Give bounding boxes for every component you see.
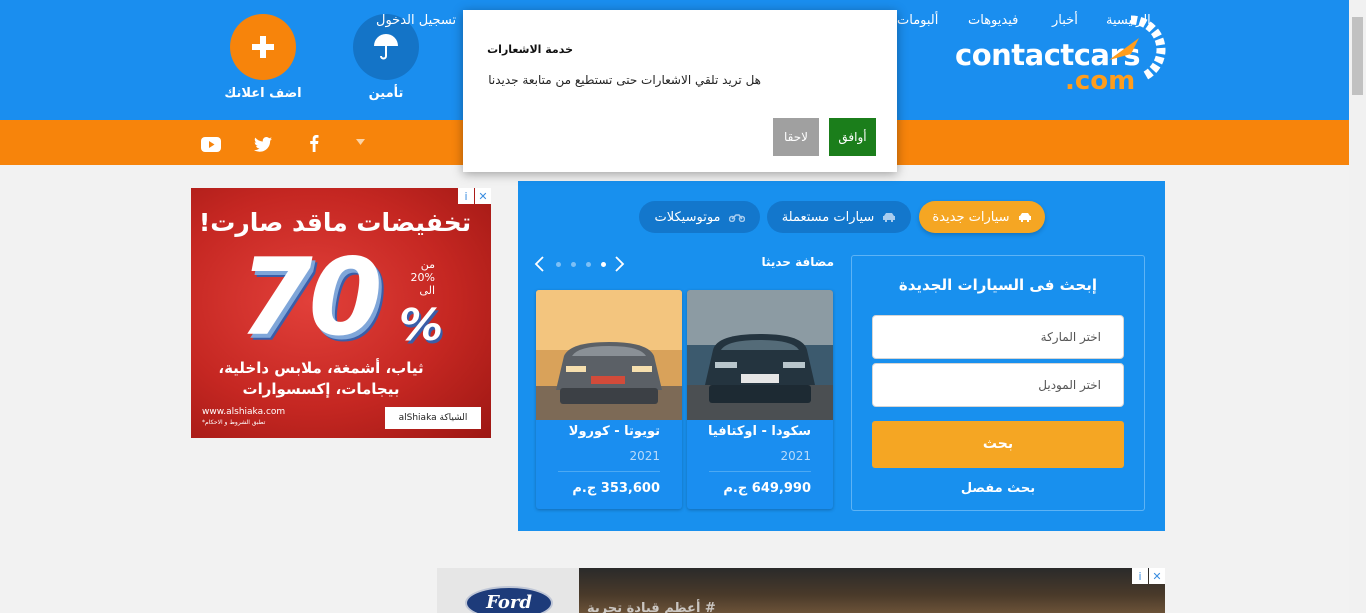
car-price-currency: ج.م: [572, 481, 597, 496]
ad-brand-badge: alShiaka الشياكة: [385, 407, 481, 429]
carousel-dot[interactable]: [571, 262, 576, 267]
ad-bottom-text: # أعظم قيادة تجربة: [587, 601, 716, 613]
tab-new-cars[interactable]: سيارات جديدة: [919, 201, 1045, 233]
car-icon: [1018, 213, 1031, 222]
login-label: تسجيل الدخول: [376, 13, 457, 28]
site-logo[interactable]: contactcars .com: [955, 15, 1170, 100]
ford-logo: Ford: [465, 586, 553, 613]
ad-discount-number: 70: [239, 236, 383, 359]
nav-item-news[interactable]: أخبار: [1052, 13, 1078, 28]
notification-dialog: خدمة الاشعارات هل تريد تلقي الاشعارات حت…: [463, 10, 897, 172]
motorcycle-icon: [728, 214, 745, 222]
car-price: 649,990 ج.م: [723, 481, 811, 496]
search-button[interactable]: بحث: [872, 421, 1124, 468]
facebook-icon[interactable]: [309, 134, 319, 152]
plus-icon: [252, 36, 274, 58]
ad-url: www.alshiaka.com: [202, 407, 286, 417]
nav-item-albums[interactable]: ألبومات: [897, 13, 938, 28]
car-price-value: 353,600: [600, 481, 660, 496]
ad-terms: *تطبق الشروط و الاحكام: [202, 419, 266, 426]
advanced-search-link[interactable]: بحث مفصل: [872, 481, 1124, 496]
ad-close-icon[interactable]: ✕: [475, 188, 491, 204]
tab-used-cars[interactable]: سيارات مستعملة: [767, 201, 911, 233]
ad-range-from: من: [420, 258, 435, 271]
car-image: [536, 290, 682, 420]
dialog-message: هل تريد تلقي الاشعارات حتى تستطيع من متا…: [488, 73, 761, 87]
agree-button[interactable]: أوافق: [829, 118, 876, 156]
car-year: 2021: [780, 449, 811, 463]
card-divider: [709, 471, 811, 472]
car-year: 2021: [629, 449, 660, 463]
car-price: 353,600 ج.م: [572, 481, 660, 496]
ad-close-icon[interactable]: ✕: [1149, 568, 1165, 584]
car-name: سكودا - اوكتافيا: [707, 424, 811, 439]
brand-select[interactable]: اختر الماركة: [872, 315, 1124, 359]
recently-added-title: مضافة حديثا: [761, 255, 834, 269]
scrollbar-thumb[interactable]: [1352, 17, 1363, 95]
car-price-currency: ج.م: [723, 481, 748, 496]
ad-brand-text: alShiaka الشياكة: [398, 413, 468, 423]
ad-banner-alshiaka[interactable]: تخفيضات ماقد صارت! 70 % من 20% الى ثياب،…: [191, 188, 491, 438]
later-button[interactable]: لاحقا: [773, 118, 819, 156]
car-card-toyota-corolla[interactable]: تويوتا - كورولا 2021 353,600 ج.م: [536, 290, 682, 509]
car-image: [687, 290, 833, 420]
ad-title: تخفيضات ماقد صارت!: [198, 208, 472, 237]
carousel-dot[interactable]: [556, 262, 561, 267]
tab-motorcycles-label: موتوسيكلات: [654, 209, 721, 225]
dialog-title: خدمة الاشعارات: [487, 43, 573, 56]
ad-range: من 20% الى: [405, 258, 435, 297]
ad-banner-ford[interactable]: Ford # أعظم قيادة تجربة i ✕: [437, 568, 1165, 613]
carousel-dot[interactable]: [586, 262, 591, 267]
ad-range-value: 20%: [410, 271, 435, 284]
ad-body-text: ثياب، أشمغة، ملابس داخلية، بيجامات، إكسس…: [191, 358, 451, 400]
nav-item-home[interactable]: الرئيسية: [1106, 13, 1151, 28]
search-title: إبحث فى السيارات الجديدة: [898, 276, 1098, 294]
add-ad-button[interactable]: [230, 14, 296, 80]
ad-percent-sign: %: [399, 300, 444, 351]
add-ad-label[interactable]: اضف اعلانك: [213, 86, 313, 101]
chevron-down-icon[interactable]: [356, 139, 365, 145]
tab-used-cars-label: سيارات مستعملة: [781, 209, 875, 225]
chevron-right-icon[interactable]: [613, 255, 625, 273]
model-select[interactable]: اختر الموديل: [872, 363, 1124, 407]
ad-body-line2: بيجامات، إكسسوارات: [242, 380, 400, 398]
car-icon: [883, 213, 896, 222]
twitter-icon[interactable]: [254, 137, 272, 152]
ad-range-to: الى: [419, 284, 435, 297]
insurance-label[interactable]: تأمين: [336, 86, 436, 101]
car-card-skoda-octavia[interactable]: سكودا - اوكتافيا 2021 649,990 ج.م: [687, 290, 833, 509]
login-link[interactable]: تسجيل الدخول: [376, 13, 456, 28]
umbrella-icon: [374, 34, 398, 60]
youtube-icon[interactable]: [201, 137, 221, 152]
tab-motorcycles[interactable]: موتوسيكلات: [639, 201, 760, 233]
nav-item-videos[interactable]: فيديوهات: [968, 13, 1018, 28]
chevron-left-icon[interactable]: [534, 255, 546, 273]
car-name: تويوتا - كورولا: [568, 424, 660, 439]
card-divider: [558, 471, 660, 472]
ad-info-icon[interactable]: i: [458, 188, 474, 204]
tab-new-cars-label: سيارات جديدة: [932, 209, 1010, 225]
car-price-value: 649,990: [751, 481, 811, 496]
ad-info-icon[interactable]: i: [1132, 568, 1148, 584]
ad-body-line1: ثياب، أشمغة، ملابس داخلية،: [218, 359, 424, 377]
carousel-dot-active[interactable]: [601, 262, 606, 267]
